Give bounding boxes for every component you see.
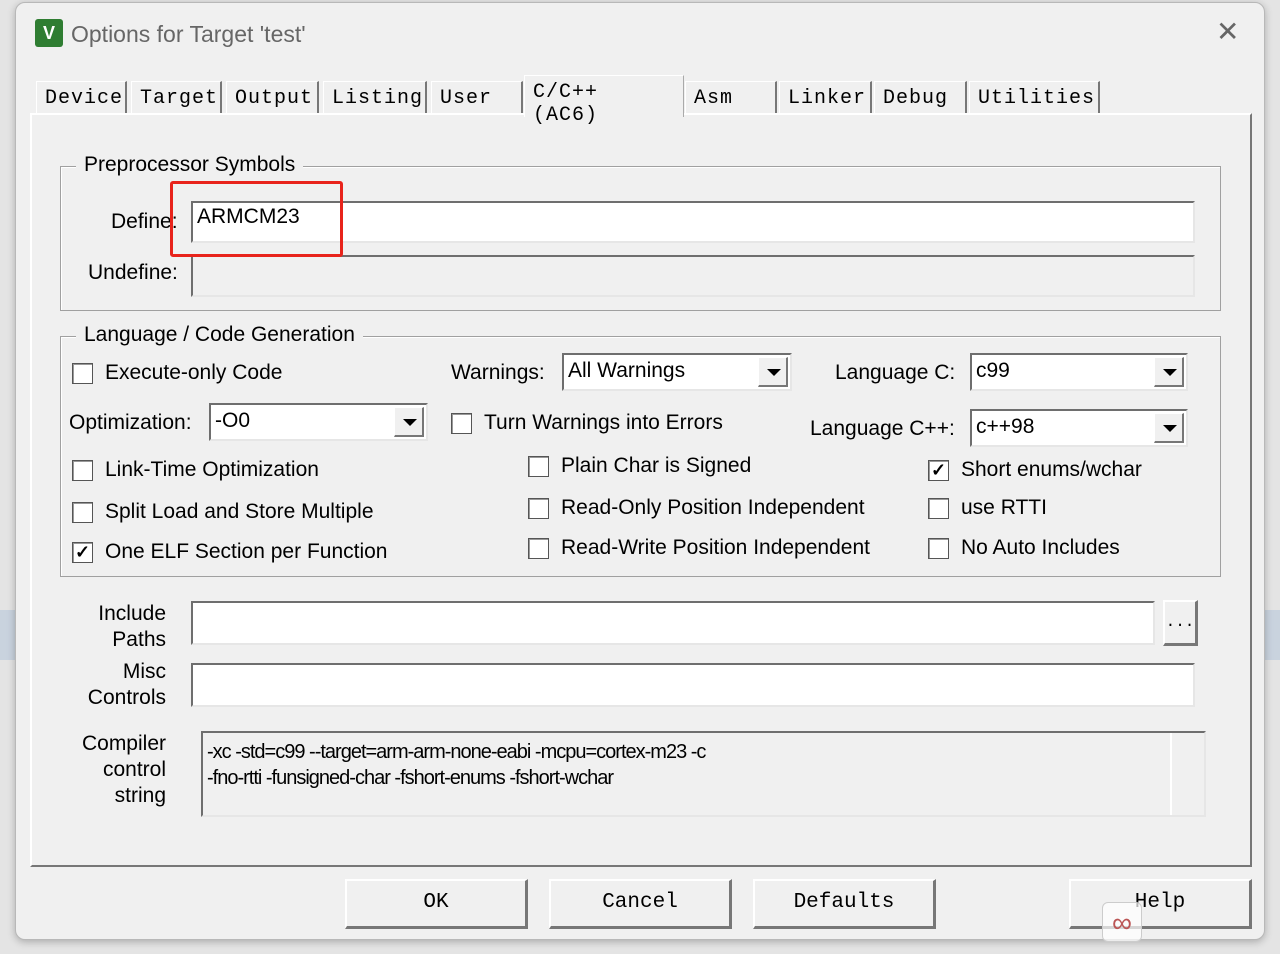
tab-device[interactable]: Device [36,81,127,115]
label-line: string [114,784,166,807]
optimization-label: Optimization: [69,411,192,434]
plain-char-checkbox[interactable]: Plain Char is Signed [528,454,751,478]
select-value: All Warnings [568,359,686,382]
checkbox-label: Split Load and Store Multiple [105,500,374,523]
checkbox-box[interactable] [928,537,949,559]
checkbox-box[interactable] [72,501,93,523]
checkbox-label: Short enums/wchar [961,458,1142,481]
checkbox-label: One ELF Section per Function [105,540,388,563]
browse-button[interactable]: ... [1163,600,1198,646]
warnings-label: Warnings: [451,361,545,384]
label-line: control [102,758,166,781]
optimization-select[interactable]: -O0 [209,403,428,441]
checkbox-box[interactable] [528,497,549,519]
chevron-down-icon[interactable] [1154,357,1184,387]
compiler-string-line: -fno-rtti -funsigned-char -fshort-enums … [207,767,614,789]
checkbox-box[interactable] [72,362,93,384]
tab-listing[interactable]: Listing [323,81,427,115]
checkbox-label: No Auto Includes [961,536,1120,559]
scrollbar[interactable] [1170,733,1204,815]
no-auto-includes-checkbox[interactable]: No Auto Includes [928,536,1120,560]
background-window [0,610,16,660]
language-cpp-select[interactable]: c++98 [970,409,1188,447]
window-title: Options for Target 'test' [71,21,306,47]
undefine-label: Undefine: [88,261,178,284]
split-load-checkbox[interactable]: Split Load and Store Multiple [72,500,374,524]
label-line: Include [98,602,166,625]
language-c-label: Language C: [835,361,956,384]
include-paths-label: Include Paths [66,601,166,653]
tab-utilities[interactable]: Utilities [969,81,1100,115]
checkbox-label: Link-Time Optimization [105,458,319,481]
checkbox-label: use RTTI [961,496,1047,519]
ok-button[interactable]: OK [345,879,528,929]
options-dialog: V Options for Target 'test' ✕ Device Tar… [15,2,1265,940]
rtti-checkbox[interactable]: use RTTI [928,496,1047,520]
help-button[interactable]: Help [1069,879,1252,929]
short-enums-checkbox[interactable]: ✓ Short enums/wchar [928,458,1142,482]
checkbox-box[interactable] [451,412,472,434]
define-label: Define: [111,210,178,233]
include-paths-input[interactable] [191,601,1155,645]
undefine-input[interactable] [191,255,1195,297]
language-c-select[interactable]: c99 [970,353,1188,391]
highlight-box [170,181,343,257]
tab-output[interactable]: Output [226,81,319,115]
tab-asm[interactable]: Asm [685,81,777,115]
tab-user[interactable]: User [431,81,523,115]
warnings-select[interactable]: All Warnings [562,353,792,391]
group-label: Language / Code Generation [76,323,363,347]
close-icon[interactable]: ✕ [1216,15,1239,48]
misc-controls-input[interactable] [191,663,1195,707]
checkbox-label: Execute-only Code [105,361,283,384]
checkbox-box[interactable] [528,537,549,559]
checkbox-label: Read-Write Position Independent [561,536,870,559]
checkbox-box[interactable] [72,459,93,481]
group-label: Preprocessor Symbols [76,153,304,177]
select-value: -O0 [215,409,251,432]
app-logo-icon: V [35,19,63,47]
label-line: Misc [122,660,166,683]
chevron-down-icon[interactable] [758,357,788,387]
cancel-button[interactable]: Cancel [549,879,732,929]
checkbox-box[interactable] [528,455,549,477]
compiler-string-line: -xc -std=c99 --target=arm-arm-none-eabi … [207,741,706,763]
tab-debug[interactable]: Debug [874,81,967,115]
label-line: Controls [87,686,166,709]
checkbox-label: Plain Char is Signed [561,454,752,477]
label-line: Compiler [81,732,166,755]
checkbox-label: Turn Warnings into Errors [484,411,723,434]
checkbox-box[interactable] [928,497,949,519]
check-icon[interactable]: ✓ [928,459,949,481]
tab-target[interactable]: Target [131,81,222,115]
execute-only-checkbox[interactable]: Execute-only Code [72,361,282,385]
lto-checkbox[interactable]: Link-Time Optimization [72,458,319,482]
rwpi-checkbox[interactable]: Read-Write Position Independent [528,536,870,560]
watermark-logo: ∞ [1102,902,1142,942]
background-window [1264,610,1280,660]
tab-linker[interactable]: Linker [779,81,872,115]
defaults-button[interactable]: Defaults [753,879,936,929]
chevron-down-icon[interactable] [394,407,424,437]
compiler-string-label: Compiler control string [66,731,166,809]
chevron-down-icon[interactable] [1154,413,1184,443]
ropi-checkbox[interactable]: Read-Only Position Independent [528,496,865,520]
select-value: c++98 [976,415,1035,438]
language-cpp-label: Language C++: [810,417,955,440]
label-line: Paths [112,628,166,651]
tab-cpp-ac6[interactable]: C/C++ (AC6) [524,75,684,127]
select-value: c99 [976,359,1010,382]
misc-controls-label: Misc Controls [66,659,166,711]
compiler-control-string: -xc -std=c99 --target=arm-arm-none-eabi … [201,731,1206,817]
checkbox-label: Read-Only Position Independent [561,496,865,519]
warnings-errors-checkbox[interactable]: Turn Warnings into Errors [451,411,723,435]
check-icon[interactable]: ✓ [72,541,93,563]
one-elf-checkbox[interactable]: ✓ One ELF Section per Function [72,540,388,564]
